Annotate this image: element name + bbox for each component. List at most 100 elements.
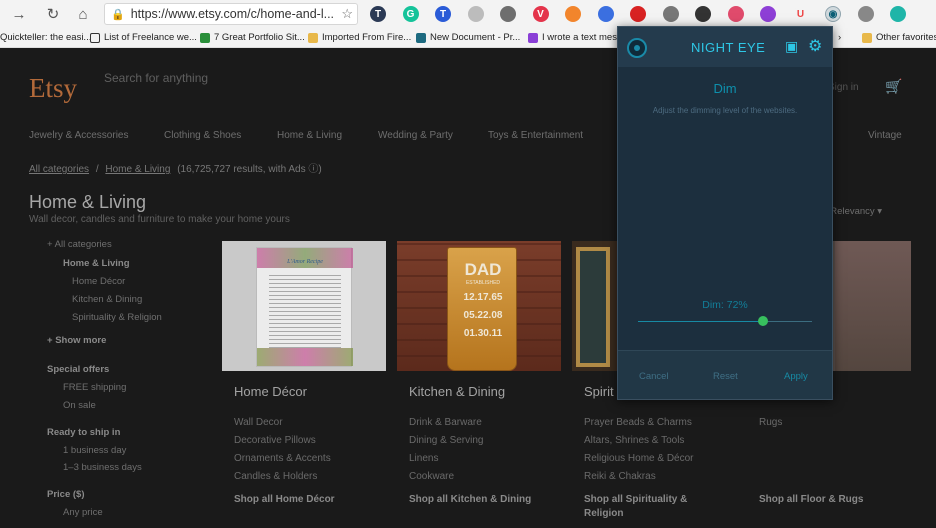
category-card-kitchen-dining[interactable]: DAD ESTABLISHED 12.17.65 05.22.08 01.30.… [397,241,561,371]
card-subcategory-link[interactable]: Decorative Pillows [234,435,316,446]
extension-icon[interactable] [890,6,906,22]
extension-icon[interactable] [662,6,679,22]
card-subcategory-link[interactable]: Altars, Shrines & Tools [584,435,684,446]
extension-icon[interactable] [597,6,614,22]
card-title[interactable]: Home Décor [234,384,307,399]
shop-all-link[interactable]: Shop all Home Décor [234,493,374,507]
cart-icon[interactable]: 🛒 [885,78,902,95]
extension-icon[interactable] [727,6,744,22]
night-eye-popup: NIGHT EYE ▣ ⚙ Dim Adjust the dimming lev… [617,26,833,400]
sidebar-item-label: 1–3 business days [63,462,142,473]
refresh-icon[interactable]: ↻ [40,0,66,28]
mode-label[interactable]: Dim [618,81,832,96]
category-link[interactable]: Clothing & Shoes [164,130,241,141]
sidebar-item-label: Ready to ship in [47,427,121,438]
bookmark-item[interactable]: New Document - Pr... [416,32,520,43]
glass-date: 05.22.08 [463,310,503,321]
beer-glass-image: DAD ESTABLISHED 12.17.65 05.22.08 01.30.… [447,247,517,371]
extension-icon[interactable]: T [370,6,386,22]
night-eye-extension-icon[interactable]: ◉ [825,6,841,22]
extension-icon[interactable] [760,6,776,22]
url-text: https://www.etsy.com/c/home-and-l... [130,7,335,21]
extension-icon[interactable]: V [532,6,549,22]
dim-slider[interactable] [638,316,812,326]
category-link[interactable]: Toys & Entertainment [488,130,583,141]
category-link[interactable]: Jewelry & Accessories [29,130,128,141]
sidebar-item-label: On sale [63,400,96,411]
breadcrumb-all-link[interactable]: All categories [29,164,89,175]
card-subcategory-link[interactable]: Reiki & Chakras [584,471,656,482]
card-subcategory-link[interactable]: Prayer Beads & Charms [584,417,692,428]
card-subcategory-link[interactable]: Rugs [759,417,782,428]
extension-icon[interactable]: T [435,6,451,22]
bookmark-item[interactable]: I wrote a text mess... [528,32,630,43]
extension-icon[interactable] [695,6,711,22]
card-subcategory-link[interactable]: Drink & Barware [409,417,482,428]
card-title[interactable]: Spirit [584,384,614,399]
card-subcategory-link[interactable]: Wall Decor [234,417,283,428]
sidebar-item[interactable]: FREE shipping [63,382,126,393]
card-subcategory-link[interactable]: Dining & Serving [409,435,483,446]
extension-icon[interactable] [565,6,581,22]
extension-icon[interactable]: G [402,6,419,22]
sidebar-item[interactable]: Ready to ship in [47,427,120,438]
bookmark-item[interactable]: Quickteller: the easi... [0,32,91,43]
chevron-right-icon[interactable]: › [838,32,841,43]
sidebar-item[interactable]: Kitchen & Dining [72,294,142,305]
sidebar-item[interactable]: Spirituality & Religion [72,312,162,323]
bookmark-item[interactable]: Other favorites [862,32,936,43]
sidebar-item[interactable]: Price ($) [47,489,85,500]
shop-all-link[interactable]: Shop all Kitchen & Dining [409,493,549,507]
sidebar-item-label: Price ($) [47,489,85,500]
bookmark-item[interactable]: List of Freelance we... [90,32,197,43]
sidebar-item[interactable]: Home Décor [72,276,125,287]
home-decor-image: L'Amor Recipe [222,241,386,371]
breadcrumb: All categories / Home & Living (16,725,7… [29,160,322,175]
search-input[interactable]: Search for anything [104,71,208,85]
category-link[interactable]: Home & Living [277,130,342,141]
card-subcategory-link[interactable]: Candles & Holders [234,471,317,482]
extension-icon[interactable] [630,6,646,22]
apply-button[interactable]: Apply [784,371,808,382]
extension-icon[interactable] [857,6,874,22]
address-bar[interactable]: 🔒 https://www.etsy.com/c/home-and-l... ☆ [104,3,358,25]
shop-all-link[interactable]: Shop all Floor & Rugs [759,493,899,507]
sidebar-item[interactable]: 1 business day [63,445,126,456]
cancel-button[interactable]: Cancel [639,371,669,382]
slider-handle[interactable] [758,316,769,326]
sidebar-item[interactable]: Home & Living [63,258,130,269]
favorite-star-icon[interactable]: ☆ [341,6,353,22]
bookmark-label: Other favorites [876,32,936,43]
card-subcategory-link[interactable]: Linens [409,453,438,464]
category-link[interactable]: Wedding & Party [378,130,453,141]
sidebar-item[interactable]: Any price [63,507,103,518]
sidebar-item[interactable]: + All categories [47,239,112,250]
bookmark-item[interactable]: Imported From Fire... [308,32,411,43]
sidebar-item[interactable]: + Show more [47,335,106,346]
chat-icon[interactable]: ▣ [785,38,798,55]
sidebar-item[interactable]: Special offers [47,364,109,375]
bookmark-item[interactable]: 7 Great Portfolio Sit... [200,32,305,43]
gear-icon[interactable]: ⚙ [808,36,822,56]
category-link[interactable]: Vintage [868,130,902,141]
page-icon [90,32,100,43]
extension-icon[interactable] [467,6,484,22]
back-icon[interactable]: → [6,0,32,28]
plus-icon: + [47,335,56,346]
extension-icon[interactable]: U [792,6,809,22]
bookmark-label: 7 Great Portfolio Sit... [214,32,305,43]
card-subcategory-link[interactable]: Religious Home & Décor [584,453,694,464]
breadcrumb-current-link[interactable]: Home & Living [105,164,170,175]
popup-header: NIGHT EYE ▣ ⚙ [618,27,832,67]
home-icon[interactable]: ⌂ [70,0,96,28]
card-subcategory-link[interactable]: Ornaments & Accents [234,453,331,464]
card-title[interactable]: Kitchen & Dining [409,384,505,399]
category-card-home-decor[interactable]: L'Amor Recipe [222,241,386,371]
sidebar-item[interactable]: On sale [63,400,96,411]
card-subcategory-link[interactable]: Cookware [409,471,454,482]
etsy-logo[interactable]: Etsy [29,73,77,104]
sidebar-item[interactable]: 1–3 business days [63,462,142,473]
shop-all-link[interactable]: Shop all Spirituality & Religion [584,493,724,521]
extension-icon[interactable] [500,6,516,22]
reset-button[interactable]: Reset [713,371,738,382]
